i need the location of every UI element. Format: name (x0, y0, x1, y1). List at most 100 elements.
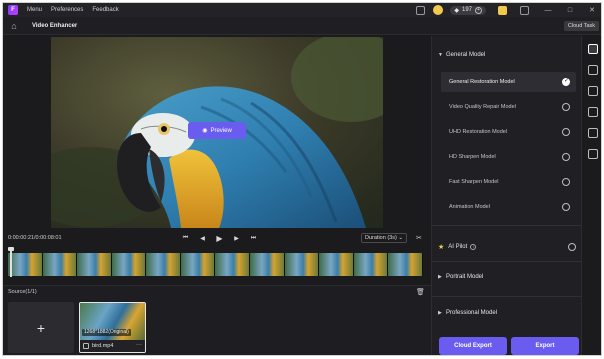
filmstrip-frame (180, 253, 216, 276)
model-panel: ▼ General Model General Restoration Mode… (431, 36, 582, 355)
caret-right-icon: ▶ (438, 310, 442, 316)
play-icon[interactable]: ▶ (211, 234, 228, 243)
add-credits-icon[interactable]: + (475, 6, 482, 14)
model-item-hd-sharpen[interactable]: HD Sharpen Model (441, 147, 576, 167)
model-item-label: General Restoration Model (449, 79, 515, 85)
radio-icon[interactable] (562, 178, 570, 186)
layout-icon[interactable] (416, 5, 426, 15)
page-title: Video Enhancer (32, 22, 78, 29)
eye-icon: ◉ (202, 128, 208, 134)
enhancer-tool-icon[interactable] (588, 44, 598, 54)
radio-icon[interactable] (562, 128, 570, 136)
radio-checked-icon[interactable] (562, 77, 570, 86)
trash-icon[interactable]: 🗑 (416, 288, 425, 296)
filmstrip-frame (319, 253, 354, 276)
avatar[interactable] (433, 5, 444, 15)
app-window: F Menu Preferences Feedback ◆ 197 + — □ … (2, 2, 602, 356)
crop-tool-icon[interactable] (588, 65, 598, 75)
divider (432, 296, 582, 297)
filmstrip-frame (111, 253, 147, 276)
model-item-video-quality-repair[interactable]: Video Quality Repair Model (441, 97, 576, 117)
filmstrip-frame (284, 253, 320, 276)
playback-bar: 0:00:00:21/0:00:08:01 ⏮ ◀ ▶ ▶ ⏭ Duration… (3, 231, 431, 245)
general-model-title: General Model (446, 52, 486, 58)
preview-button[interactable]: ◉ Preview (188, 122, 246, 139)
credits-badge[interactable]: ◆ 197 + (450, 5, 486, 15)
professional-model-title: Professional Model (446, 310, 498, 316)
radio-icon[interactable] (562, 153, 570, 161)
sub-header: ⌂ Video Enhancer Cloud Task (3, 17, 601, 35)
maximize-button[interactable]: □ (559, 7, 581, 14)
menu-icon[interactable] (520, 5, 529, 15)
close-button[interactable]: ✕ (581, 6, 601, 14)
cloud-export-button[interactable]: Cloud Export (439, 337, 507, 355)
export-button[interactable]: Export (511, 337, 579, 355)
model-item-uhd-restoration[interactable]: UHD Restoration Model (441, 122, 576, 142)
step-forward-icon[interactable]: ▶ (228, 235, 245, 242)
radio-icon[interactable] (562, 203, 570, 211)
source-video-tile[interactable]: 1268*1882(Original) bird.mp4 ··· (79, 302, 146, 353)
duration-label: Duration (3s) (365, 235, 397, 241)
portrait-model-title: Portrait Model (446, 274, 484, 280)
source-label: Source(1/1) (8, 289, 37, 295)
filmstrip-frame (250, 253, 285, 276)
caret-down-icon: ▼ (438, 52, 443, 58)
filmstrip-frame (8, 253, 43, 276)
notification-icon[interactable] (498, 5, 507, 15)
timecode: 0:00:00:21/0:00:08:01 (8, 235, 62, 241)
model-item-label: UHD Restoration Model (449, 129, 508, 135)
filmstrip-frame (42, 253, 78, 276)
general-model-header[interactable]: ▼ General Model (432, 44, 582, 66)
playback-controls: ⏮ ◀ ▶ ▶ ⏭ (177, 231, 262, 245)
duration-select[interactable]: Duration (3s) ⌄ (361, 233, 407, 243)
menu-menu[interactable]: Menu (27, 7, 42, 13)
skip-start-icon[interactable]: ⏮ (177, 235, 194, 242)
portrait-model-header[interactable]: ▶ Portrait Model (432, 266, 582, 288)
model-item-label: Animation Model (449, 204, 490, 210)
file-row: bird.mp4 ··· (80, 340, 145, 352)
scissors-icon[interactable]: ✂ (416, 234, 422, 242)
star-icon: ★ (438, 244, 445, 251)
ai-pilot-row[interactable]: ★ AI Pilot i (432, 236, 582, 258)
menu-feedback[interactable]: Feedback (92, 7, 118, 13)
model-item-label: HD Sharpen Model (449, 154, 496, 160)
radio-icon[interactable] (568, 243, 576, 251)
timeline-filmstrip[interactable] (8, 253, 423, 276)
app-logo-icon: F (8, 5, 18, 15)
skip-end-icon[interactable]: ⏭ (245, 235, 262, 242)
radio-icon[interactable] (562, 103, 570, 111)
eraser-tool-icon[interactable] (588, 128, 598, 138)
home-icon[interactable]: ⌂ (9, 21, 19, 31)
edit-tool-icon[interactable] (588, 107, 598, 117)
filmstrip-frame (77, 253, 112, 276)
source-panel: Source(1/1) 🗑 + 1268*1882(Original) bird… (3, 285, 431, 355)
playhead[interactable] (10, 249, 12, 277)
more-options-icon[interactable]: ··· (136, 342, 142, 348)
credits-count: 197 (461, 7, 472, 13)
caret-right-icon: ▶ (438, 274, 442, 280)
model-item-label: Fast Sharpen Model (449, 179, 499, 185)
info-icon[interactable]: i (470, 244, 477, 250)
filmstrip-frame (353, 253, 389, 276)
file-name: bird.mp4 (92, 343, 114, 349)
add-media-button[interactable]: + (8, 302, 74, 353)
minimize-button[interactable]: — (537, 7, 559, 14)
divider (432, 225, 582, 226)
filmstrip-frame (388, 253, 423, 276)
resolution-badge: 1268*1882(Original) (82, 329, 131, 336)
menu-preferences[interactable]: Preferences (51, 7, 83, 13)
scan-tool-icon[interactable] (588, 149, 598, 159)
professional-model-header[interactable]: ▶ Professional Model (432, 302, 582, 324)
model-item-general-restoration[interactable]: General Restoration Model (441, 72, 576, 92)
model-item-animation[interactable]: Animation Model (441, 197, 576, 217)
model-item-fast-sharpen[interactable]: Fast Sharpen Model (441, 172, 576, 192)
effects-tool-icon[interactable] (588, 86, 598, 96)
model-item-label: Video Quality Repair Model (449, 104, 516, 110)
cloud-task-button[interactable]: Cloud Task (563, 21, 599, 31)
step-back-icon[interactable]: ◀ (194, 235, 211, 242)
video-preview[interactable]: ◉ Preview (51, 37, 383, 228)
title-bar-right: ◆ 197 + — □ ✕ (411, 3, 601, 17)
ai-pilot-label: AI Pilot (448, 244, 468, 250)
divider (432, 261, 582, 262)
filmstrip-frame (146, 253, 181, 276)
